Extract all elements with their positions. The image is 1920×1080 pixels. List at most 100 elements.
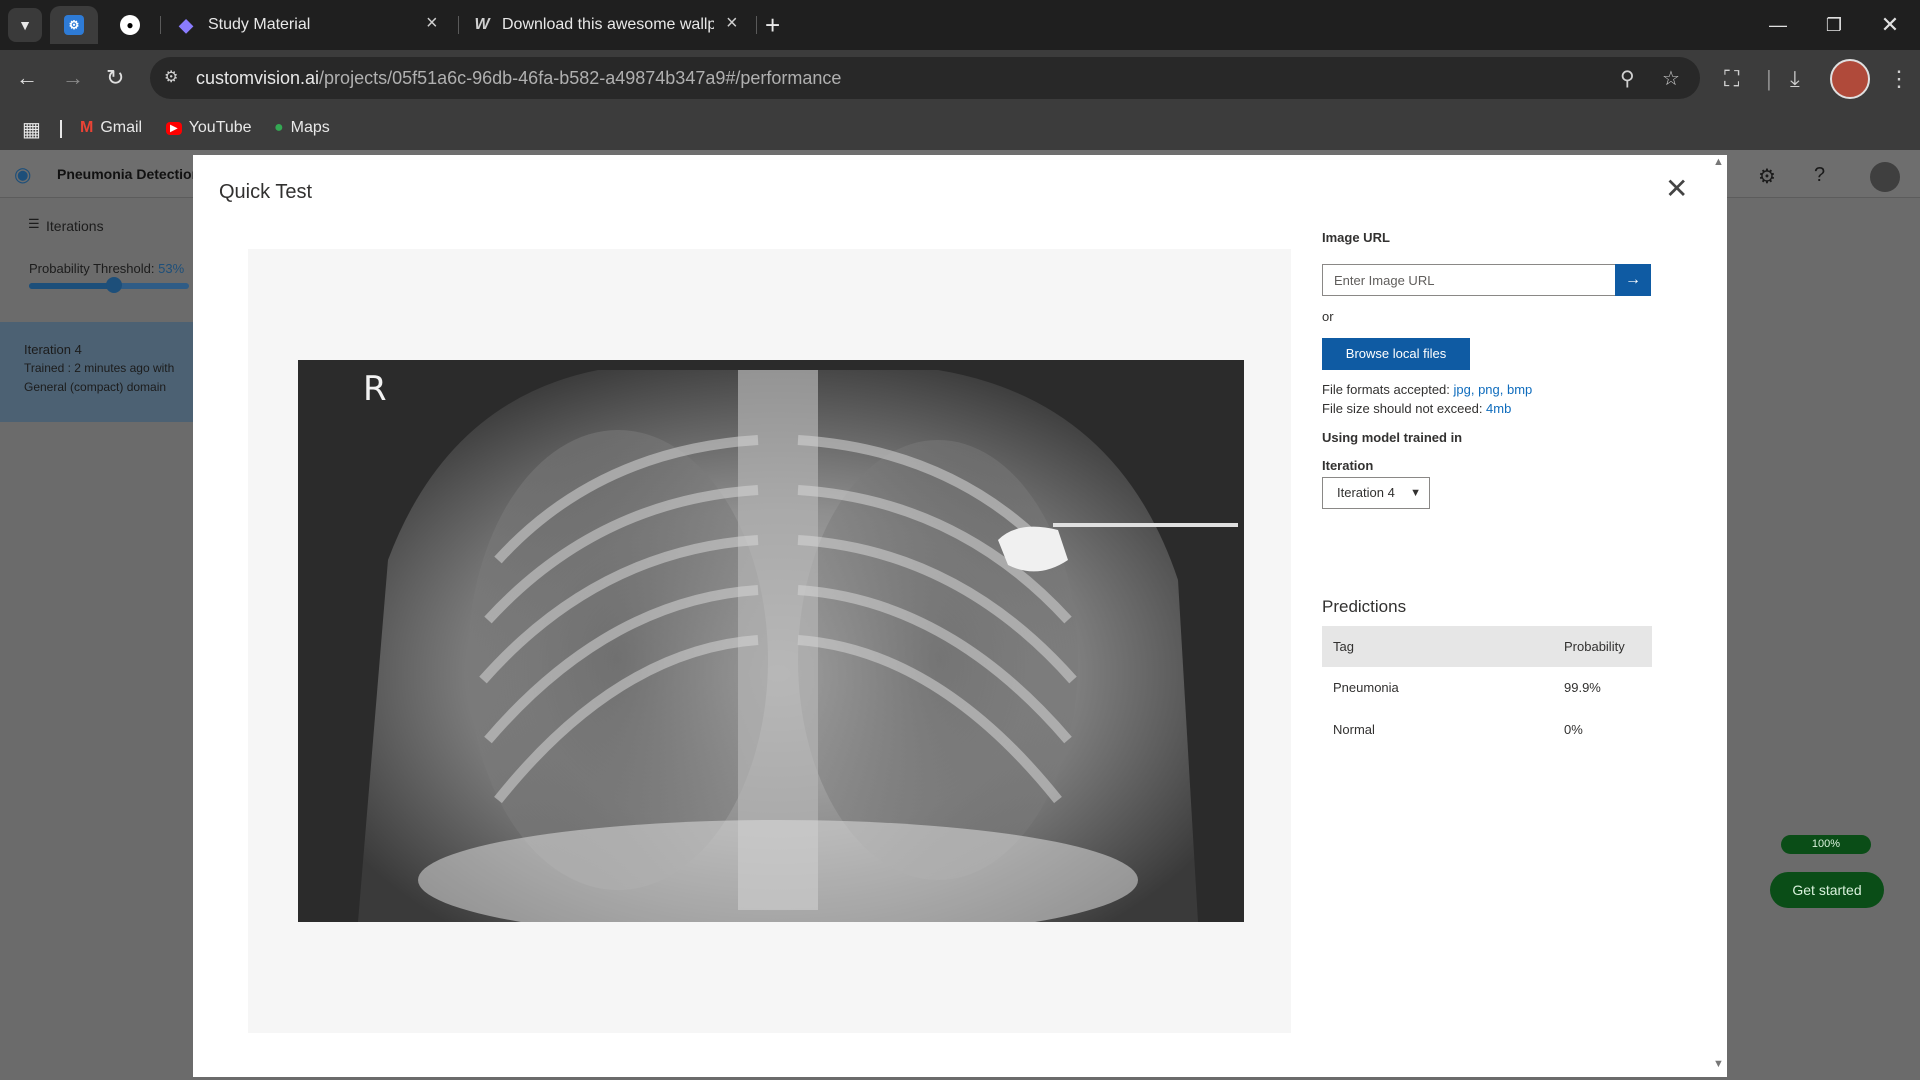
close-icon[interactable]: × [426,12,438,35]
url-host: customvision.ai [196,68,320,88]
probability-column-header: Probability [1564,639,1625,654]
threshold-label-text: Probability Threshold: [29,261,155,276]
arrow-right-icon: → [1625,271,1641,288]
tab-github[interactable]: ● [120,6,140,44]
browser-toolbar: ← → ↻ ⚙ customvision.ai/projects/05f51a6… [0,50,1920,108]
tab-wallpaper[interactable]: W Download this awesome wallpa [472,6,714,44]
tab-separator [756,16,757,34]
bookmark-youtube[interactable]: ▶ YouTube [166,119,252,137]
address-bar[interactable]: ⚙ customvision.ai/projects/05f51a6c-96db… [150,57,1700,99]
toolbar-divider: | [1766,66,1772,91]
tab-study-material[interactable]: ◆ Study Material [176,6,310,44]
tab-search-button[interactable]: ▼ [8,8,42,42]
iteration-label: Iteration [1322,458,1374,473]
bookmarks-separator [60,120,62,138]
window-close-button[interactable]: ✕ [1862,0,1918,50]
bookmark-maps[interactable]: ● Maps [274,119,330,137]
file-formats-text: File formats accepted: jpg, png, bmp [1322,382,1532,397]
back-arrow-icon[interactable]: ← [16,64,38,92]
file-formats-value: jpg, png, bmp [1453,382,1533,397]
image-preview-panel: R [248,249,1291,1033]
iteration-card-domain: General (compact) domain [24,380,167,394]
table-row: Pneumonia 99.9% [1322,667,1652,709]
bookmark-label: Maps [290,119,330,136]
settings-gear-icon[interactable]: ⚙ [1758,164,1776,189]
image-url-input[interactable] [1322,264,1616,296]
file-size-text: File size should not exceed: 4mb [1322,401,1511,416]
threshold-value: 53% [158,261,185,276]
tab-separator [160,16,161,34]
forward-arrow-icon[interactable]: → [62,64,84,92]
model-trained-label: Using model trained in [1322,430,1463,445]
profile-avatar[interactable] [1830,59,1870,99]
layers-icon: ☰ [28,216,40,231]
site-info-icon[interactable]: ⚙ [164,67,186,89]
github-icon: ● [120,15,140,35]
threshold-slider-fill [29,283,114,289]
submit-url-button[interactable]: → [1615,264,1651,296]
youtube-icon: ▶ [166,121,182,135]
scroll-up-arrow-icon[interactable]: ▲ [1713,156,1724,168]
predictions-table-header: Tag Probability [1322,626,1652,667]
account-avatar[interactable] [1870,162,1900,192]
prediction-probability: 0% [1564,722,1583,737]
prediction-probability: 99.9% [1564,680,1601,695]
tag-column-header: Tag [1333,639,1354,654]
dialog-title: Quick Test [219,181,312,203]
eye-logo-icon: ◉ [14,164,32,186]
image-url-label: Image URL [1322,230,1390,245]
threshold-slider-handle[interactable] [105,277,122,293]
predictions-heading: Predictions [1322,597,1407,616]
tab-customvision[interactable]: ⚙ [50,6,98,44]
more-menu-icon[interactable]: ⋮ [1888,66,1910,92]
file-size-label: File size should not exceed: [1322,401,1487,416]
chest-xray-graphic: R [298,360,1244,922]
quick-test-dialog: Quick Test ✕ R Image URL Enter Image URL… [193,155,1727,1077]
help-icon[interactable]: ? [1814,164,1825,187]
or-label: or [1322,309,1334,324]
bookmark-label: YouTube [188,119,252,136]
extensions-icon[interactable]: ⛶ [1724,66,1739,92]
project-name[interactable]: Pneumonia Detection [57,166,200,182]
tab-separator [458,16,459,34]
iterations-heading: Iterations [46,218,104,234]
scroll-down-arrow-icon[interactable]: ▼ [1713,1058,1724,1070]
star-icon[interactable]: ☆ [1662,66,1680,91]
url-path: /projects/05f51a6c-96db-46fa-b582-a49874… [319,68,842,88]
iteration-card-title: Iteration 4 [24,342,82,357]
apps-grid-icon[interactable]: ▦ [22,117,41,142]
reload-icon[interactable]: ↻ [106,64,124,92]
threshold-label: Probability Threshold: 53% [29,261,184,276]
browse-local-files-button[interactable]: Browse local files [1322,338,1470,370]
xray-image: R [298,360,1244,922]
customvision-favicon-icon: ⚙ [64,15,84,35]
file-size-value: 4mb [1486,401,1512,416]
get-started-button[interactable]: Get started [1770,872,1884,908]
minimize-button[interactable]: — [1750,0,1806,50]
tab-title: Study Material [208,16,311,33]
study-material-favicon-icon: ◆ [179,14,193,35]
bookmark-gmail[interactable]: M Gmail [80,119,142,137]
prediction-tag: Normal [1333,722,1375,737]
file-formats-label: File formats accepted: [1322,382,1454,397]
iteration-selected-value: Iteration 4 [1337,485,1395,500]
restore-button[interactable]: ❐ [1806,0,1862,50]
chevron-down-icon: ▼ [1410,487,1421,499]
download-icon[interactable]: ⤓ [1790,66,1800,92]
iteration-card-trained: Trained : 2 minutes ago with [24,361,175,375]
wallpaper-favicon-icon: W [474,16,490,33]
iteration-select[interactable]: Iteration 4 ▼ [1322,477,1430,509]
progress-indicator: 100% [1781,835,1871,854]
close-icon[interactable]: × [726,12,738,35]
predictions-table: Tag Probability Pneumonia 99.9% Normal 0… [1322,626,1652,751]
zoom-icon[interactable]: ⚲ [1620,66,1635,91]
iteration-card[interactable]: Iteration 4 Trained : 2 minutes ago with… [0,322,195,422]
prediction-tag: Pneumonia [1333,680,1399,695]
xray-side-marker: R [363,369,387,409]
url-text: customvision.ai/projects/05f51a6c-96db-4… [196,68,841,89]
close-icon[interactable]: ✕ [1665,175,1688,203]
gmail-icon: M [80,119,94,136]
bookmark-label: Gmail [100,119,143,136]
new-tab-button[interactable]: + [765,10,780,40]
table-row: Normal 0% [1322,709,1652,751]
